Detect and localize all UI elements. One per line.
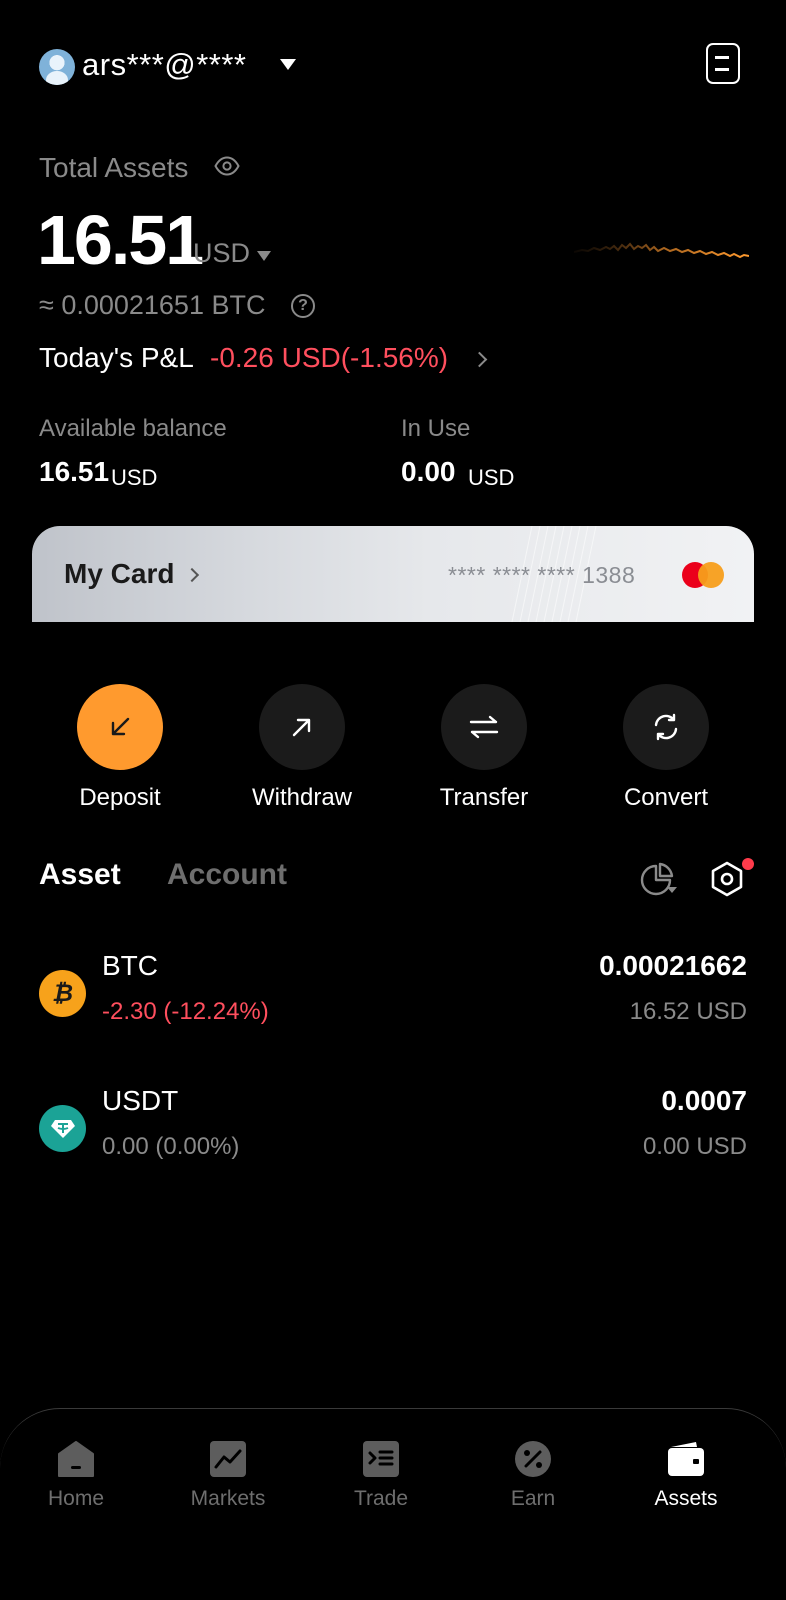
- coin-amount: 0.0007: [661, 1085, 747, 1116]
- coin-change: -2.30 (-12.24%): [102, 998, 269, 1025]
- coin-change: 0.00 (0.00%): [102, 1133, 240, 1160]
- transfer-button[interactable]: Transfer: [409, 684, 559, 824]
- notification-dot: [742, 858, 754, 870]
- total-assets-label: Total Assets: [39, 152, 189, 183]
- nav-item-trade[interactable]: Trade: [316, 1439, 446, 1529]
- transfer-label: Transfer: [439, 784, 529, 811]
- withdraw-button[interactable]: Withdraw: [227, 684, 377, 824]
- withdraw-arrow-icon[interactable]: [259, 684, 345, 770]
- pnl-value[interactable]: -0.26 USD(-1.56%): [210, 342, 448, 374]
- nav-label-earn: Earn: [510, 1487, 556, 1510]
- pnl-chevron-right-icon[interactable]: [471, 351, 488, 368]
- nav-item-earn[interactable]: Earn: [468, 1439, 598, 1529]
- deposit-arrow-icon[interactable]: [77, 684, 163, 770]
- deposit-button[interactable]: Deposit: [45, 684, 195, 824]
- total-assets-amount: 16.51: [37, 201, 204, 279]
- my-card-title[interactable]: My Card: [64, 558, 174, 590]
- account-name[interactable]: ars***@****: [82, 47, 246, 83]
- records-icon[interactable]: [706, 43, 740, 84]
- my-card-banner[interactable]: My Card **** **** **** 1388: [32, 526, 754, 622]
- coin-usd-value: 0.00 USD: [642, 1133, 747, 1160]
- nav-item-assets[interactable]: Assets: [621, 1439, 751, 1529]
- asset-row-usdt[interactable]: USDT 0.00 (0.00%) 0.0007 0.00 USD: [0, 1083, 786, 1203]
- tab-asset[interactable]: Asset: [39, 858, 121, 892]
- coin-symbol: USDT: [102, 1085, 179, 1116]
- trade-icon: [363, 1441, 399, 1477]
- card-number: **** **** **** 1388: [448, 562, 636, 588]
- in-use-unit: USD: [468, 465, 515, 490]
- settings-icon[interactable]: [708, 860, 746, 898]
- coin-symbol: BTC: [102, 950, 158, 981]
- convert-label: Convert: [623, 784, 709, 811]
- tab-account[interactable]: Account: [167, 858, 287, 892]
- available-balance-label: Available balance: [39, 415, 227, 442]
- avatar[interactable]: [39, 49, 75, 85]
- bottom-nav: Home Markets Trade Earn Assets: [0, 1408, 786, 1600]
- home-icon: [58, 1441, 94, 1477]
- pie-chart-icon[interactable]: [640, 862, 678, 898]
- eye-icon[interactable]: [214, 156, 240, 176]
- markets-icon: [210, 1441, 246, 1477]
- nav-item-home[interactable]: Home: [11, 1439, 141, 1529]
- nav-label-home: Home: [47, 1487, 105, 1510]
- asset-trend-sparkline: [574, 242, 749, 259]
- nav-label-trade: Trade: [353, 1487, 409, 1510]
- pnl-label[interactable]: Today's P&L: [39, 342, 194, 374]
- in-use-label: In Use: [401, 415, 471, 442]
- withdraw-label: Withdraw: [251, 784, 353, 811]
- help-icon[interactable]: ?: [291, 294, 315, 318]
- header: ars***@****: [0, 0, 786, 130]
- convert-button[interactable]: Convert: [591, 684, 741, 824]
- mastercard-logo-icon-overlap: [698, 562, 724, 588]
- my-card-chevron-right-icon[interactable]: [184, 567, 200, 583]
- nav-label-markets: Markets: [190, 1487, 266, 1510]
- transfer-arrows-icon[interactable]: [441, 684, 527, 770]
- total-assets-unit[interactable]: USD: [193, 238, 250, 269]
- wallet-icon: [668, 1442, 704, 1476]
- coin-usd-value: 16.52 USD: [629, 998, 747, 1025]
- nav-item-markets[interactable]: Markets: [163, 1439, 293, 1529]
- in-use-value: 0.00: [401, 456, 456, 487]
- convert-refresh-icon[interactable]: [623, 684, 709, 770]
- deposit-label: Deposit: [79, 784, 161, 811]
- tether-icon: [39, 1105, 86, 1152]
- available-balance-unit: USD: [111, 465, 158, 490]
- nav-label-assets: Assets: [654, 1487, 718, 1510]
- available-balance-value: 16.51: [39, 456, 110, 487]
- coin-amount: 0.00021662: [599, 950, 747, 981]
- earn-icon: [515, 1441, 551, 1477]
- unit-caret-icon[interactable]: [257, 251, 271, 261]
- bitcoin-icon: ₿: [39, 970, 86, 1017]
- asset-row-btc[interactable]: ₿ BTC -2.30 (-12.24%) 0.00021662 16.52 U…: [0, 948, 786, 1068]
- btc-equivalent: ≈ 0.00021651 BTC: [39, 290, 266, 320]
- account-switcher-caret-icon[interactable]: [280, 59, 296, 70]
